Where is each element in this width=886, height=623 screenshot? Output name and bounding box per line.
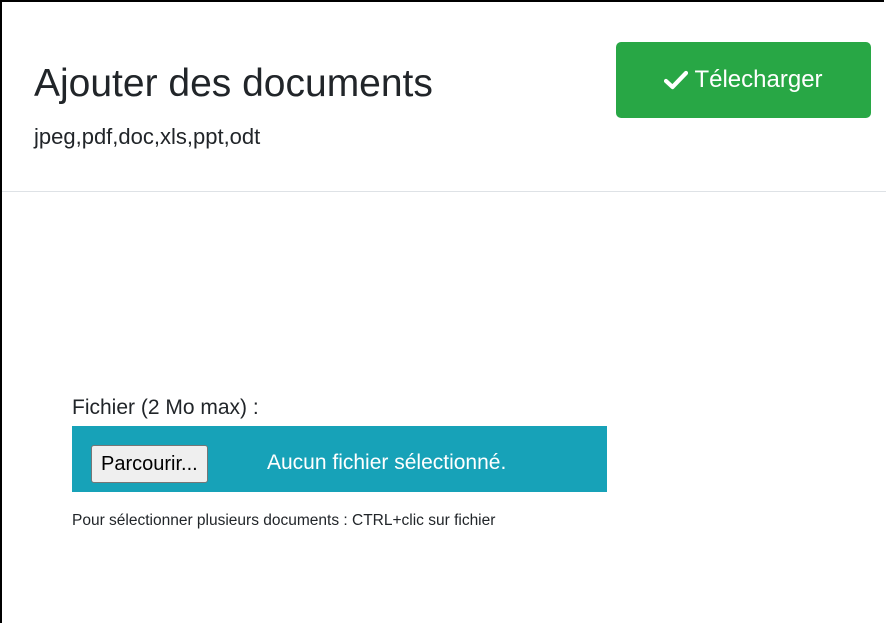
page-title: Ajouter des documents	[34, 62, 433, 105]
file-form: Fichier (2 Mo max) : Parcourir... Aucun …	[72, 394, 607, 529]
multi-select-hint: Pour sélectionner plusieurs documents : …	[72, 512, 496, 529]
upload-panel: Ajouter des documents jpeg,pdf,doc,xls,p…	[0, 0, 886, 623]
check-icon	[664, 70, 689, 90]
upload-button[interactable]: Télecharger	[616, 42, 871, 118]
allowed-file-types: jpeg,pdf,doc,xls,ppt,odt	[34, 124, 261, 149]
file-input[interactable]: Parcourir... Aucun fichier sélectionné.	[72, 426, 607, 492]
file-field-label: Fichier (2 Mo max) :	[72, 396, 259, 419]
panel-header: Ajouter des documents jpeg,pdf,doc,xls,p…	[2, 2, 886, 192]
file-status-text: Aucun fichier sélectionné.	[267, 451, 507, 474]
upload-button-label: Télecharger	[694, 66, 823, 93]
browse-button[interactable]: Parcourir...	[91, 445, 208, 483]
